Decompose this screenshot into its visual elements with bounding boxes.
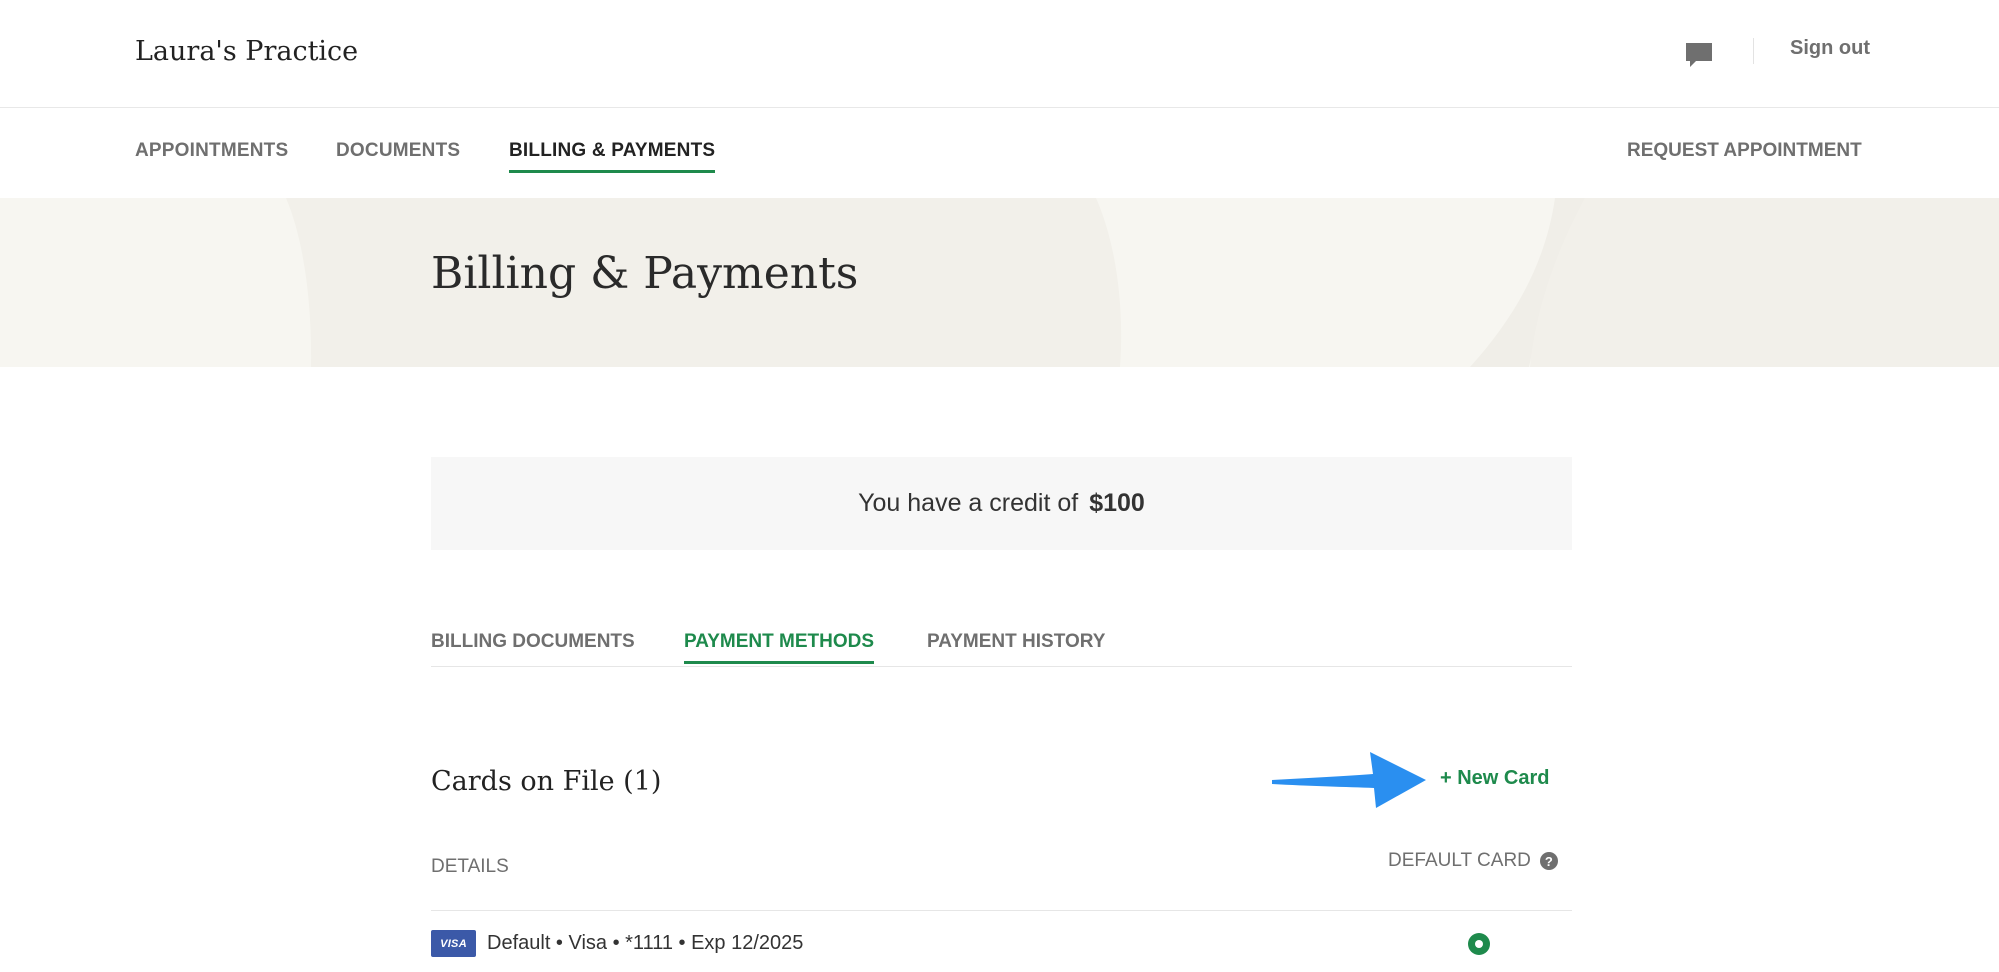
nav-tab-billing-payments[interactable]: BILLING & PAYMENTS [509, 140, 716, 173]
default-card-column-header: DEFAULT CARD ? [1388, 850, 1558, 872]
card-details: Default • Visa • *1111 • Exp 12/2025 [487, 932, 804, 954]
visa-card-icon: VISA [431, 930, 476, 957]
chat-bubble-icon[interactable] [1684, 40, 1714, 70]
hero-background-shapes [0, 198, 1999, 367]
tab-payment-history[interactable]: PAYMENT HISTORY [927, 631, 1105, 661]
practice-name[interactable]: Laura's Practice [135, 36, 358, 67]
tab-billing-documents[interactable]: BILLING DOCUMENTS [431, 631, 635, 661]
details-column-header: DETAILS [431, 856, 509, 877]
sign-out-link[interactable]: Sign out [1790, 37, 1870, 60]
top-bar: Laura's Practice Sign out [0, 0, 1999, 108]
top-divider [1753, 38, 1754, 64]
default-card-radio[interactable] [1468, 933, 1490, 955]
nav-tab-appointments[interactable]: APPOINTMENTS [135, 140, 288, 170]
card-row: VISA Default • Visa • *1111 • Exp 12/202… [431, 911, 1572, 972]
tab-payment-methods[interactable]: PAYMENT METHODS [684, 631, 875, 664]
default-card-header-label: DEFAULT CARD [1388, 850, 1531, 871]
credit-amount: $100 [1089, 489, 1145, 517]
page-title: Billing & Payments [431, 248, 859, 299]
hero-banner: Billing & Payments [0, 198, 1999, 367]
cards-on-file-title: Cards on File (1) [431, 766, 662, 797]
new-card-button[interactable]: + New Card [1440, 767, 1549, 790]
help-icon[interactable]: ? [1539, 852, 1558, 870]
credit-banner: You have a credit of $100 [431, 457, 1572, 550]
annotation-arrow-icon [1272, 752, 1426, 808]
credit-text: You have a credit of [858, 489, 1079, 517]
billing-sub-tabs: BILLING DOCUMENTS PAYMENT METHODS PAYMEN… [431, 627, 1572, 667]
request-appointment-link[interactable]: REQUEST APPOINTMENT [1627, 140, 1862, 162]
main-nav: APPOINTMENTS DOCUMENTS BILLING & PAYMENT… [0, 108, 1999, 198]
nav-tab-documents[interactable]: DOCUMENTS [336, 140, 460, 170]
